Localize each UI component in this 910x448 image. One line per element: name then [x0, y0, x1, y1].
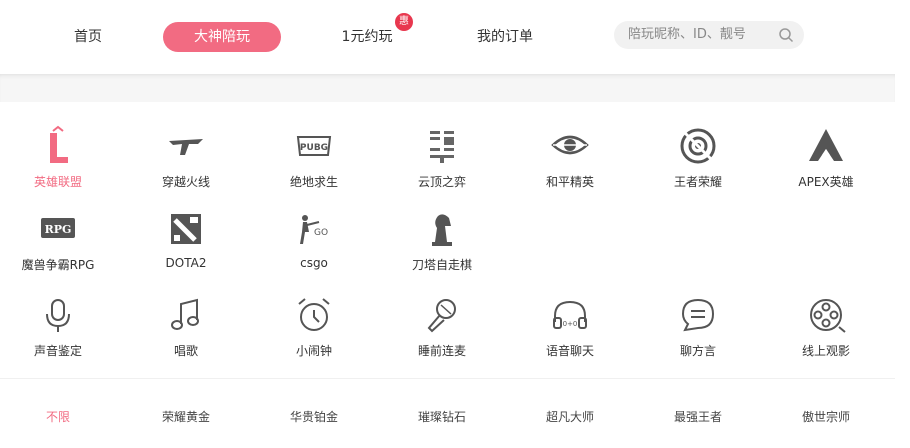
rank-filter-platinum[interactable]: 华贵铂金 [259, 408, 369, 425]
league-of-legends-icon [50, 125, 68, 163]
game-label: 穿越火线 [161, 175, 210, 189]
service-item-voice-chat[interactable]: 0+0 语音聊天 [515, 294, 625, 359]
rank-filter-any[interactable]: 不限 [3, 408, 113, 425]
game-item-pubg[interactable]: PUBG 绝地求生 [259, 125, 369, 190]
game-label: 云顶之弈 [417, 175, 466, 189]
music-note-icon [171, 298, 199, 330]
rank-filter-diamond[interactable]: 璀璨钻石 [387, 408, 497, 425]
service-label: 语音聊天 [545, 344, 594, 358]
promo-badge: 惠 [395, 13, 413, 31]
svg-text:PUBG: PUBG [300, 143, 328, 153]
section-divider [0, 378, 895, 379]
service-item-bedtime-mic[interactable]: 睡前连麦 [387, 294, 497, 359]
game-label: 魔兽争霸RPG [21, 258, 95, 272]
top-nav: 首页 大神陪玩 1元约玩 惠 我的订单 陪玩昵称、ID、靓号 [0, 0, 910, 74]
search-box[interactable]: 陪玩昵称、ID、靓号 [614, 21, 804, 49]
apex-icon [809, 129, 843, 161]
game-item-dota2[interactable]: DOTA2 [131, 208, 241, 270]
rank-filter-gold[interactable]: 荣耀黄金 [131, 408, 241, 425]
rank-filter-king[interactable]: 最强王者 [643, 408, 753, 425]
game-label: 英雄联盟 [33, 175, 82, 189]
game-label: APEX英雄 [798, 175, 854, 189]
game-item-warcraft-rpg[interactable]: RPG 魔兽争霸RPG [3, 208, 113, 273]
game-label: 和平精英 [545, 175, 594, 189]
nav-orders[interactable]: 我的订单 [460, 22, 550, 52]
game-item-apex[interactable]: APEX英雄 [771, 125, 881, 190]
game-label: DOTA2 [165, 256, 207, 270]
headphones-icon: 0+0 [553, 300, 587, 329]
karaoke-mic-icon [427, 299, 456, 333]
peace-elite-icon [551, 135, 589, 155]
service-label: 聊方言 [679, 344, 716, 358]
film-reel-icon [810, 299, 846, 333]
game-item-peace-elite[interactable]: 和平精英 [515, 125, 625, 190]
csgo-icon: GO [300, 215, 328, 244]
service-label: 睡前连麦 [417, 344, 466, 358]
pubg-icon: PUBG [296, 136, 332, 156]
game-item-auto-chess[interactable]: 刀塔自走棋 [387, 208, 497, 273]
service-item-dialect[interactable]: 聊方言 [643, 294, 753, 359]
microphone-icon [46, 299, 70, 332]
game-item-cf[interactable]: 穿越火线 [131, 125, 241, 190]
honor-of-kings-icon [680, 128, 716, 164]
service-label: 小闹钟 [295, 344, 332, 358]
rank-filter-master[interactable]: 超凡大师 [515, 408, 625, 425]
service-item-movie[interactable]: 线上观影 [771, 294, 881, 359]
game-label: csgo [300, 256, 328, 270]
teamfight-tactics-icon [430, 131, 454, 163]
auto-chess-icon [432, 214, 452, 246]
game-label: 王者荣耀 [673, 175, 722, 189]
svg-text:0+0: 0+0 [563, 320, 578, 328]
nav-shadow [0, 74, 895, 102]
game-item-csgo[interactable]: GO csgo [259, 208, 369, 270]
service-label: 线上观影 [801, 344, 850, 358]
service-label: 声音鉴定 [33, 344, 82, 358]
service-item-alarm[interactable]: 小闹钟 [259, 294, 369, 359]
crossfire-icon [169, 139, 203, 155]
nav-home[interactable]: 首页 [58, 22, 118, 52]
game-label: 刀塔自走棋 [411, 258, 472, 272]
nav-tab-gamers[interactable]: 大神陪玩 [163, 22, 281, 52]
game-item-lol[interactable]: 英雄联盟 [3, 125, 113, 190]
service-item-sing[interactable]: 唱歌 [131, 294, 241, 359]
search-icon[interactable] [778, 27, 794, 43]
warcraft-rpg-icon: RPG [41, 218, 75, 238]
search-input[interactable]: 陪玩昵称、ID、靓号 [628, 21, 746, 49]
service-item-voice-test[interactable]: 声音鉴定 [3, 294, 113, 359]
chat-bubble-icon [681, 298, 715, 332]
svg-text:GO: GO [314, 228, 328, 238]
rank-filter-grandmaster[interactable]: 傲世宗师 [771, 408, 881, 425]
game-item-tft[interactable]: 云顶之弈 [387, 125, 497, 190]
alarm-clock-icon [298, 298, 330, 331]
game-item-hok[interactable]: 王者荣耀 [643, 125, 753, 190]
dota2-icon [171, 214, 201, 244]
service-label: 唱歌 [173, 344, 198, 358]
game-label: 绝地求生 [289, 175, 338, 189]
svg-text:RPG: RPG [45, 223, 72, 236]
